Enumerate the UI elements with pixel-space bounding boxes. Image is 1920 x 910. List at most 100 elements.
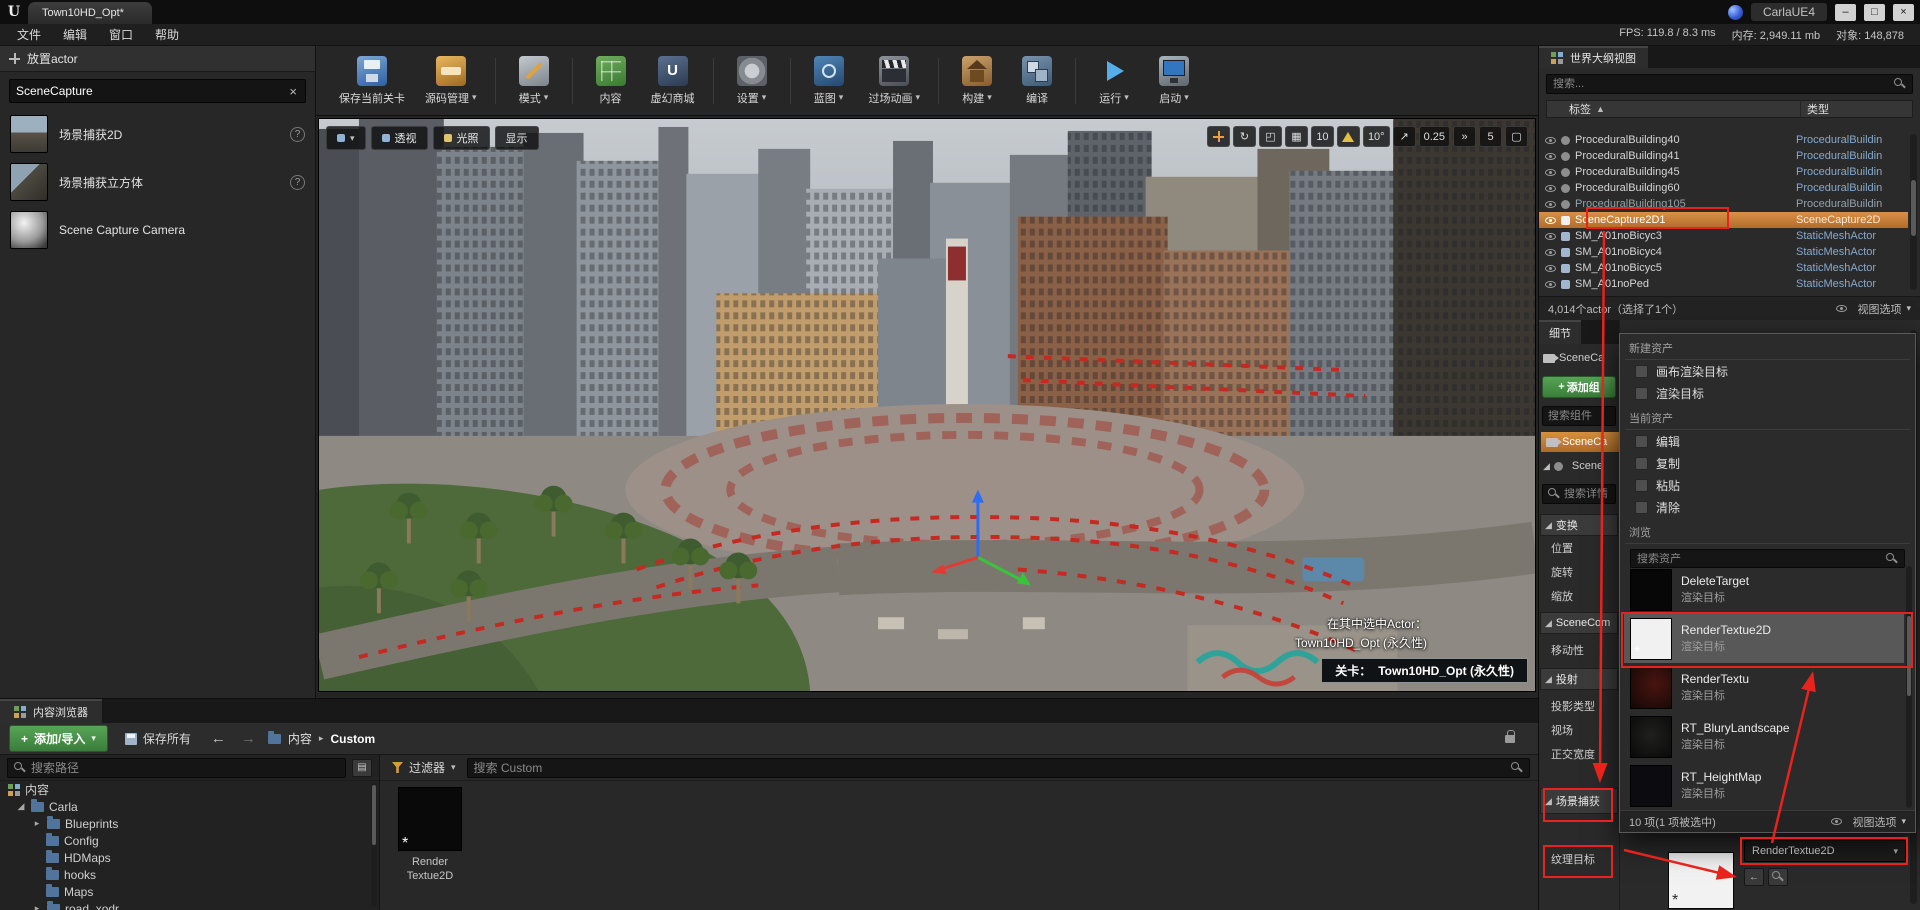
- forward-icon[interactable]: →: [238, 730, 259, 747]
- breadcrumb-current[interactable]: Custom: [330, 732, 375, 746]
- search-paths-box[interactable]: [7, 758, 346, 778]
- place-actors-search-input[interactable]: [16, 84, 282, 98]
- settings-button[interactable]: 设置▾: [723, 52, 781, 110]
- marketplace-button[interactable]: U 虚幻商城: [642, 52, 704, 110]
- use-selected-asset-button[interactable]: ←: [1744, 868, 1764, 886]
- outliner-row[interactable]: ProceduralBuilding45ProceduralBuildin: [1539, 164, 1908, 180]
- menu-item-canvas-render-target[interactable]: 画布渲染目标: [1620, 360, 1915, 382]
- level-tab[interactable]: Town10HD_Opt*: [28, 2, 152, 24]
- camera-speed-button[interactable]: »: [1453, 126, 1476, 147]
- menu-edit[interactable]: 编辑: [52, 24, 98, 45]
- show-flags-button[interactable]: 显示: [495, 126, 539, 150]
- compile-button[interactable]: 编译: [1008, 52, 1066, 110]
- expanded-icon[interactable]: ◢: [16, 801, 26, 812]
- collapsed-icon[interactable]: ▸: [32, 903, 42, 910]
- outliner-row-selected[interactable]: SceneCapture2D1SceneCapture2D: [1539, 212, 1908, 228]
- rotate-tool-button[interactable]: ↻: [1233, 126, 1256, 147]
- tree-scrollbar[interactable]: [371, 783, 377, 907]
- menu-item-edit[interactable]: 编辑: [1620, 430, 1915, 452]
- visibility-eye-icon[interactable]: [1545, 137, 1556, 144]
- play-button[interactable]: 运行▾: [1085, 52, 1143, 110]
- outliner-row[interactable]: ProceduralBuilding41ProceduralBuildin: [1539, 148, 1908, 164]
- content-browser-tab[interactable]: 内容浏览器: [0, 699, 102, 723]
- scale-tool-button[interactable]: ◰: [1259, 126, 1282, 147]
- add-component-button[interactable]: +添加组: [1542, 376, 1616, 398]
- lit-mode-button[interactable]: 光照: [433, 126, 490, 150]
- visibility-eye-icon[interactable]: [1545, 185, 1556, 192]
- menu-item-render-target[interactable]: 渲染目标: [1620, 382, 1915, 404]
- outliner-row[interactable]: SM_A01noPedStaticMeshActor: [1539, 276, 1908, 292]
- component-root-selected[interactable]: SceneCa: [1541, 432, 1619, 452]
- maximize-viewport-button[interactable]: ▢: [1505, 126, 1528, 147]
- translate-tool-button[interactable]: [1207, 126, 1230, 147]
- add-import-button[interactable]: + 添加/导入 ▾: [9, 725, 108, 752]
- save-all-button[interactable]: 保存所有: [117, 726, 199, 751]
- place-item-scene-capture-camera[interactable]: Scene Capture Camera: [0, 206, 315, 254]
- camera-speed-value[interactable]: 5: [1479, 126, 1502, 147]
- minimize-button[interactable]: –: [1835, 4, 1856, 21]
- view-options-button[interactable]: 视图选项 ▾: [1830, 301, 1911, 317]
- asset-row-deletetarget[interactable]: DeleteTarget渲染目标: [1624, 565, 1904, 614]
- grid-snap-toggle[interactable]: ▦: [1285, 126, 1308, 147]
- outliner-scrollbar[interactable]: [1910, 134, 1917, 290]
- build-button[interactable]: 构建▾: [948, 52, 1006, 110]
- content-button[interactable]: 内容: [582, 52, 640, 110]
- browse-to-asset-button[interactable]: [1768, 868, 1788, 886]
- outliner-row[interactable]: ProceduralBuilding40ProceduralBuildin: [1539, 132, 1908, 148]
- details-tab[interactable]: 细节: [1539, 320, 1581, 344]
- menu-item-clear[interactable]: 清除: [1620, 496, 1915, 518]
- asset-row-rt-heightmap[interactable]: RT_HeightMap渲染目标: [1624, 761, 1904, 810]
- section-transform[interactable]: ◢变换: [1540, 514, 1618, 536]
- search-details-input[interactable]: [1564, 488, 1610, 500]
- search-components-box[interactable]: [1542, 406, 1616, 426]
- help-icon[interactable]: ?: [290, 127, 305, 142]
- place-actors-search[interactable]: ×: [9, 79, 306, 103]
- save-level-button[interactable]: 保存当前关卡: [330, 52, 414, 110]
- tree-item-config[interactable]: Config: [0, 832, 379, 849]
- visibility-eye-icon[interactable]: [1545, 265, 1556, 272]
- place-item-scenecapture2d[interactable]: 场景捕获2D ?: [0, 110, 315, 158]
- visibility-eye-icon[interactable]: [1545, 201, 1556, 208]
- asset-tile-rendertextue2d[interactable]: Render Textue2D: [394, 787, 466, 884]
- asset-list-scrollbar[interactable]: [1906, 566, 1912, 808]
- view-options-button[interactable]: 视图选项 ▾: [1825, 814, 1906, 830]
- column-label[interactable]: 标签 ▲: [1547, 101, 1800, 117]
- section-scene-component[interactable]: ◢SceneCom: [1540, 612, 1618, 634]
- search-paths-input[interactable]: [31, 761, 339, 775]
- collapsed-icon[interactable]: ▸: [32, 818, 42, 829]
- search-details-box[interactable]: [1542, 484, 1616, 504]
- world-outliner-tab[interactable]: 世界大纲视图: [1539, 46, 1648, 68]
- tree-item-hdmaps[interactable]: HDMaps: [0, 849, 379, 866]
- rotation-snap-value[interactable]: 10°: [1363, 126, 1390, 147]
- perspective-button[interactable]: 透视: [371, 126, 428, 150]
- sources-toggle-button[interactable]: ▤: [352, 759, 372, 777]
- menu-file[interactable]: 文件: [6, 24, 52, 45]
- visibility-eye-icon[interactable]: [1545, 169, 1556, 176]
- blueprints-button[interactable]: 蓝图▾: [800, 52, 858, 110]
- clear-search-icon[interactable]: ×: [287, 84, 299, 99]
- asset-row-rt-blurylandscape[interactable]: RT_BluryLandscape渲染目标: [1624, 712, 1904, 761]
- outliner-row[interactable]: SM_A01noBicyc3StaticMeshActor: [1539, 228, 1908, 244]
- visibility-eye-icon[interactable]: [1545, 233, 1556, 240]
- outliner-row[interactable]: ProceduralBuilding105ProceduralBuildin: [1539, 196, 1908, 212]
- asset-row-rendertextu[interactable]: RenderTextu渲染目标: [1624, 663, 1904, 712]
- search-assets-box[interactable]: [467, 758, 1530, 778]
- tree-item-content[interactable]: 内容: [0, 781, 379, 798]
- launch-button[interactable]: 启动▾: [1145, 52, 1203, 110]
- visibility-eye-icon[interactable]: [1545, 281, 1556, 288]
- source-control-button[interactable]: 源码管理▾: [416, 52, 486, 110]
- scale-snap-value[interactable]: 0.25: [1419, 126, 1450, 147]
- menu-item-copy[interactable]: 复制: [1620, 452, 1915, 474]
- outliner-search-box[interactable]: [1546, 74, 1913, 94]
- column-type[interactable]: 类型: [1800, 101, 1912, 117]
- help-icon[interactable]: ?: [290, 175, 305, 190]
- section-scene-capture[interactable]: ◢场景捕获: [1540, 788, 1618, 814]
- outliner-search-input[interactable]: [1553, 78, 1889, 90]
- cinematics-button[interactable]: 过场动画▾: [860, 52, 930, 110]
- search-components-input[interactable]: [1548, 410, 1610, 422]
- tree-item-road-xodr[interactable]: ▸ road_xodr: [0, 900, 379, 910]
- maximize-button[interactable]: □: [1864, 4, 1885, 21]
- filters-button[interactable]: 过滤器 ▾: [388, 757, 460, 778]
- section-projection[interactable]: ◢投射: [1540, 668, 1618, 690]
- scale-snap-toggle[interactable]: ↗: [1393, 126, 1416, 147]
